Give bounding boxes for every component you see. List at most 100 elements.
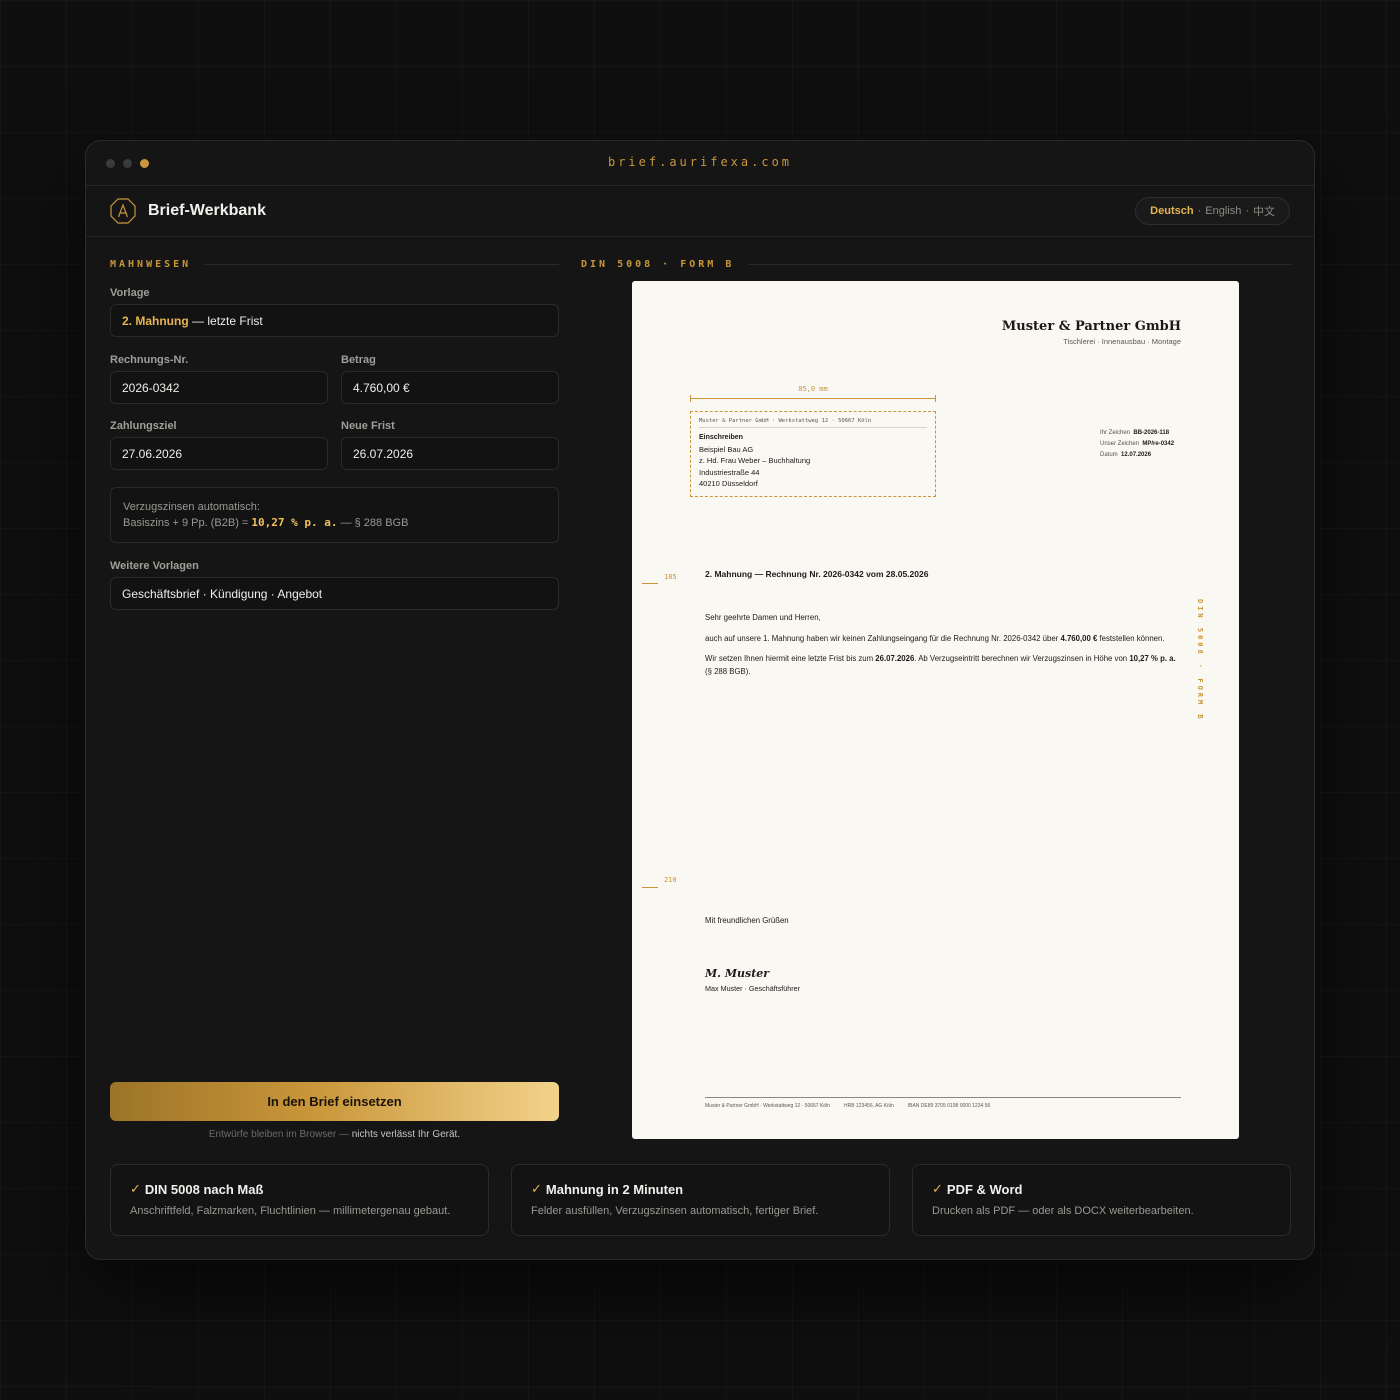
privacy-hint: Entwürfe bleiben im Browser — nichts ver… [110, 1129, 559, 1140]
letterhead: Muster & Partner GmbH Tischlerei · Innen… [1002, 319, 1181, 346]
url-text[interactable]: brief.aurifexa.com [86, 155, 1314, 169]
feature-title-row: ✓ DIN 5008 nach Maß [130, 1181, 469, 1197]
recipient-line: Industriestraße 44 [699, 467, 760, 477]
text-run: . Ab Verzugseintritt berechnen wir Verzu… [914, 654, 1128, 663]
delivery-mode: Einschreiben [699, 434, 743, 441]
measure-line [690, 395, 936, 402]
check-icon: ✓ [130, 1181, 141, 1196]
hint-strong: nichts verlässt Ihr Gerät. [351, 1129, 461, 1140]
amount-strong: 4.760,00 € [1060, 633, 1098, 643]
app-title: Brief-Werkbank [148, 202, 266, 219]
letter-body: Sehr geehrte Damen und Herren, auch auf … [705, 612, 1180, 686]
octagon-a-logo-icon [110, 198, 136, 224]
footer-item: IBAN DE89 3705 0198 0000 1234 56 [907, 1103, 991, 1109]
weitere-label: Weitere Vorlagen [110, 560, 199, 572]
zinsen-line2: Basiszins + 9 Pp. (B2B) = 10,27 % p. a. … [123, 515, 546, 531]
fold-mark [642, 887, 658, 888]
zahlungsziel-label: Zahlungsziel [110, 420, 177, 432]
rechnung-label: Rechnungs-Nr. [110, 354, 189, 366]
betrag-input[interactable]: 4.760,00 € [341, 371, 559, 404]
fold-mark-label: 105 [664, 573, 677, 581]
lang-separator: · [1197, 205, 1202, 217]
feature-title-row: ✓ Mahnung in 2 Minuten [531, 1181, 870, 1197]
rate-strong: 10,27 % p. a. [1129, 654, 1176, 663]
feature-card: ✓ Mahnung in 2 Minuten Felder ausfüllen, … [511, 1164, 890, 1236]
salutation: Sehr geehrte Damen und Herren, [705, 613, 821, 622]
rechnung-input[interactable]: 2026-0342 [110, 371, 328, 404]
lang-option-english[interactable]: English [1205, 205, 1241, 217]
company-name: Muster & Partner GmbH [1001, 319, 1181, 334]
letter-footer: Muster & Partner GmbH · Werkstattweg 12 … [705, 1103, 990, 1109]
reference-block: Ihr Zeichen BB-2026-118 Unser Zeichen MP… [1100, 428, 1174, 461]
zahlungsziel-input[interactable]: 27.06.2026 [110, 437, 328, 470]
sender-line: Muster & Partner GmbH · Werkstattweg 12 … [699, 417, 927, 428]
body-paragraph: Wir setzen Ihnen hiermit eine letzte Fri… [705, 653, 1180, 678]
vorlage-value-rest: — letzte Frist [192, 313, 263, 328]
feature-title-row: ✓ PDF & Word [932, 1181, 1271, 1197]
feature-card: ✓ DIN 5008 nach Maß Anschriftfeld, Falzma… [110, 1164, 489, 1236]
reference-row: Ihr Zeichen BB-2026-118 [1100, 428, 1174, 439]
zinsen-line1: Verzugszinsen automatisch: [123, 501, 260, 513]
lang-option-deutsch[interactable]: Deutsch [1150, 205, 1193, 217]
signer-name: Max Muster · Geschäftsführer [705, 984, 801, 993]
ref-label: Unser Zeichen [1100, 441, 1140, 447]
betrag-label: Betrag [341, 354, 376, 366]
reference-row: Unser Zeichen MP/re-0342 [1100, 439, 1174, 450]
frist-input[interactable]: 26.07.2026 [341, 437, 559, 470]
lang-separator: · [1245, 205, 1249, 217]
feature-title: PDF & Word [946, 1181, 1023, 1197]
reference-row: Datum 12.07.2026 [1100, 450, 1174, 461]
letter-subject: 2. Mahnung — Rechnung Nr. 2026-0342 vom … [705, 569, 929, 579]
browser-titlebar: brief.aurifexa.com [86, 141, 1314, 186]
text-run: Wir setzen Ihnen hiermit eine letzte Fri… [705, 654, 874, 663]
verzugszinsen-info: Verzugszinsen automatisch: Basiszins + 9… [110, 487, 559, 543]
form-section-title: MAHNWESEN [110, 259, 192, 270]
footer-item: HRB 123456, AG Köln [843, 1103, 894, 1109]
fold-mark-label: 210 [664, 876, 677, 884]
feature-desc: Anschriftfeld, Falzmarken, Fluchtlinien … [130, 1205, 451, 1217]
closing: Mit freundlichen Grüßen [705, 916, 789, 925]
vertical-din-label: DIN 5008 · FORM B [1196, 599, 1204, 722]
check-icon: ✓ [932, 1181, 943, 1196]
feature-desc: Felder ausfüllen, Verzugszinsen automati… [531, 1205, 819, 1217]
ref-value: BB-2026-118 [1133, 430, 1170, 436]
vorlage-label: Vorlage [110, 287, 150, 299]
recipient-line: 40210 Düsseldorf [699, 479, 758, 488]
preview-section-title: DIN 5008 · FORM B [581, 259, 735, 270]
feature-title: DIN 5008 nach Maß [144, 1181, 264, 1197]
form-section-label: MAHNWESEN [110, 259, 559, 270]
signature: M. Muster [705, 967, 770, 980]
feature-desc: Drucken als PDF — oder als DOCX weiterbe… [932, 1205, 1194, 1217]
check-icon: ✓ [531, 1181, 542, 1196]
ref-value: 12.07.2026 [1121, 452, 1152, 458]
section-divider [748, 264, 1291, 265]
hint-prefix: Entwürfe bleiben im Browser — [208, 1129, 349, 1140]
company-tagline: Tischlerei · Innenausbau · Montage [1063, 337, 1181, 346]
body-paragraph: auch auf unsere 1. Mahnung haben wir kei… [705, 633, 1180, 646]
footer-item: Muster & Partner GmbH · Werkstattweg 12 … [705, 1103, 830, 1109]
zinsen-rate: 10,27 % p. a. [251, 516, 338, 529]
lang-option-chinese[interactable]: 中文 [1253, 203, 1275, 219]
text-run: (§ 288 BGB). [705, 666, 751, 676]
vorlage-select[interactable]: 2. Mahnung — letzte Frist [110, 304, 559, 337]
app-window: brief.aurifexa.com Brief-Werkbank Deutsc… [85, 140, 1315, 1260]
ref-label: Datum [1100, 452, 1118, 458]
weitere-vorlagen-select[interactable]: Geschäftsbrief · Kündigung · Angebot [110, 577, 559, 610]
zinsen-prefix: Basiszins + 9 Pp. (B2B) = [123, 517, 249, 529]
letter-preview: Muster & Partner GmbH Tischlerei · Innen… [632, 281, 1239, 1139]
footer-divider [705, 1097, 1181, 1098]
feature-title: Mahnung in 2 Minuten [545, 1181, 684, 1197]
address-field: Muster & Partner GmbH · Werkstattweg 12 … [690, 411, 936, 497]
insert-into-letter-button[interactable]: In den Brief einsetzen [110, 1082, 559, 1121]
measure-label: 85,0 mm [798, 385, 828, 393]
language-switcher: Deutsch · English · 中文 [1135, 197, 1290, 225]
feature-card: ✓ PDF & Word Drucken als PDF — oder als D… [912, 1164, 1291, 1236]
preview-section-label: DIN 5008 · FORM B [581, 259, 1291, 270]
recipient-line: z. Hd. Frau Weber – Buchhaltung [699, 456, 811, 465]
vorlage-value-strong: 2. Mahnung [122, 313, 189, 328]
deadline-strong: 26.07.2026 [875, 654, 915, 663]
frist-label: Neue Frist [341, 420, 395, 432]
ref-value: MP/re-0342 [1142, 441, 1175, 447]
zinsen-suffix: — § 288 BGB [340, 517, 409, 529]
recipient-line: Beispiel Bau AG [699, 444, 754, 454]
